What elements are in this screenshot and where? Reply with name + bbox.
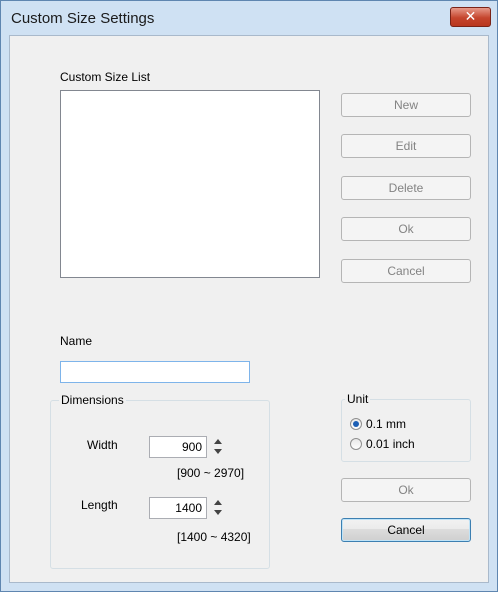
unit-group: Unit 0.1 mm 0.01 inch <box>341 392 471 462</box>
edit-button[interactable]: Edit <box>341 134 471 158</box>
dialog-body: Custom Size List New Edit Delete Ok Canc… <box>9 35 489 583</box>
spin-up-icon <box>214 500 222 505</box>
length-spinner[interactable] <box>213 498 223 518</box>
new-button[interactable]: New <box>341 93 471 117</box>
width-label: Width <box>87 438 118 452</box>
ok-button[interactable]: Ok <box>341 478 471 502</box>
list-cancel-button[interactable]: Cancel <box>341 259 471 283</box>
custom-size-list[interactable] <box>60 90 320 278</box>
spin-down-icon <box>214 510 222 515</box>
length-label: Length <box>81 498 118 512</box>
custom-size-settings-dialog: Custom Size Settings ✕ Custom Size List … <box>0 0 498 592</box>
name-label: Name <box>60 334 93 348</box>
close-icon: ✕ <box>464 9 477 25</box>
delete-button[interactable]: Delete <box>341 176 471 200</box>
length-input[interactable]: 1400 <box>149 497 207 519</box>
spin-down-icon <box>214 449 222 454</box>
cancel-button[interactable]: Cancel <box>341 518 471 542</box>
name-input[interactable] <box>60 361 250 383</box>
unit-option-inch-label: 0.01 inch <box>366 437 415 451</box>
custom-size-list-label: Custom Size List <box>60 70 151 84</box>
spin-up-icon <box>214 439 222 444</box>
title-bar[interactable]: Custom Size Settings ✕ <box>1 1 497 35</box>
width-spinner[interactable] <box>213 437 223 457</box>
width-range-label: [900 ~ 2970] <box>177 466 245 480</box>
width-input[interactable]: 900 <box>149 436 207 458</box>
length-range-label: [1400 ~ 4320] <box>177 530 251 544</box>
unit-option-mm-label: 0.1 mm <box>366 417 407 431</box>
close-button[interactable]: ✕ <box>450 7 491 27</box>
dimensions-group-title: Dimensions <box>59 393 126 407</box>
radio-checked-icon <box>350 418 362 430</box>
radio-unchecked-icon <box>350 438 362 450</box>
list-ok-button[interactable]: Ok <box>341 217 471 241</box>
dimensions-group: Dimensions Width 900 [900 ~ 2970] Length… <box>50 393 270 569</box>
dialog-title: Custom Size Settings <box>11 10 155 27</box>
unit-group-title: Unit <box>345 392 371 406</box>
